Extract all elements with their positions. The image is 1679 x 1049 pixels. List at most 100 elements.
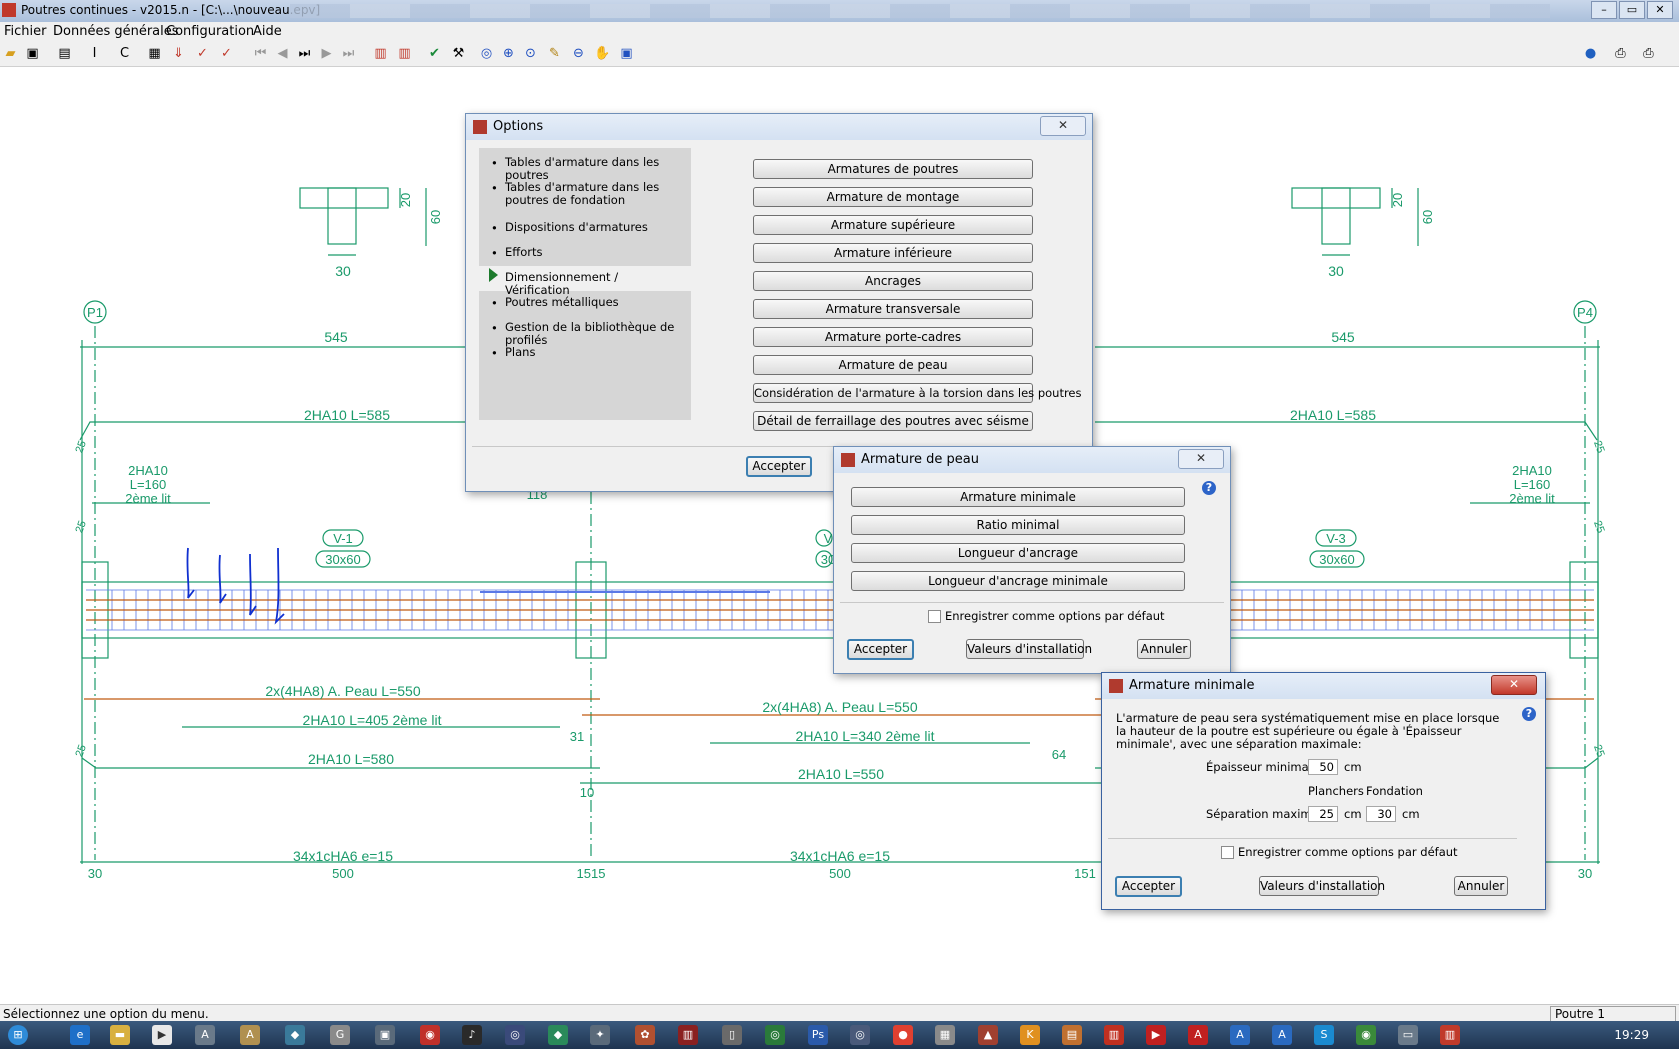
btn-armature-inferieure[interactable]: Armature inférieure <box>753 243 1033 263</box>
app-y-icon[interactable]: ◉ <box>1356 1025 1376 1045</box>
close-icon[interactable]: ✕ <box>1178 449 1224 469</box>
skin-bar-1[interactable]: 2x(4HA8) A. Peau L=550 <box>265 683 420 699</box>
btn-ratio-minimal[interactable]: Ratio minimal <box>851 515 1185 535</box>
pan-icon[interactable]: ✋ <box>594 45 611 62</box>
zoom-out-icon[interactable]: ⊖ <box>570 45 587 62</box>
minimale-dialog-titlebar[interactable]: Armature minimale ✕ <box>1102 673 1545 699</box>
app-n-icon[interactable]: ◎ <box>765 1025 785 1045</box>
app-q-icon[interactable]: ▦ <box>935 1025 955 1045</box>
grid2-icon[interactable]: ▥ <box>396 45 413 62</box>
acrobat-icon[interactable]: A <box>1188 1025 1208 1045</box>
minimale-install-values-button[interactable]: Valeurs d'installation <box>1259 876 1385 896</box>
save-default-checkbox[interactable] <box>928 610 941 623</box>
close-window-button[interactable]: ✕ <box>1647 1 1673 19</box>
btn-armature-superieure[interactable]: Armature supérieure <box>753 215 1033 235</box>
peau-accept-button[interactable]: Accepter <box>847 639 914 660</box>
app-d-icon[interactable]: G <box>330 1025 350 1045</box>
bottom-bar-405[interactable]: 2HA10 L=405 2ème lit <box>303 712 442 728</box>
app-w-icon[interactable]: A <box>1230 1025 1250 1045</box>
next-icon[interactable]: ▶ <box>318 45 335 62</box>
app-l-icon[interactable]: ▥ <box>678 1025 698 1045</box>
nav-item-tables-poutres[interactable]: • Tables d'armature dans les poutres <box>479 156 691 182</box>
pen-icon[interactable]: ✎ <box>546 45 563 62</box>
app-e-icon[interactable]: ▣ <box>375 1025 395 1045</box>
menu-aide[interactable]: Aide <box>253 24 282 39</box>
app-x-icon[interactable]: A <box>1272 1025 1292 1045</box>
beam-tag-v3[interactable]: V-3 <box>1326 531 1346 546</box>
nav-item-plans[interactable]: • Plans <box>479 346 691 362</box>
grid-icon[interactable]: ▥ <box>372 45 389 62</box>
app-h-icon[interactable]: ◎ <box>505 1025 525 1045</box>
poutres-continues-task-icon[interactable]: ▥ <box>1440 1025 1460 1045</box>
separation-planchers-input[interactable]: 25 <box>1308 806 1338 822</box>
app-c-icon[interactable]: ◆ <box>285 1025 305 1045</box>
open-icon[interactable]: ▰ <box>2 45 19 62</box>
app-p-icon[interactable]: ◎ <box>850 1025 870 1045</box>
menu-donnees-generales[interactable]: Données générales <box>53 24 179 39</box>
ie-icon[interactable]: e <box>70 1025 90 1045</box>
check-icon[interactable]: ✓ <box>194 45 211 62</box>
btn-armature-montage[interactable]: Armature de montage <box>753 187 1033 207</box>
btn-seisme[interactable]: Détail de ferraillage des poutres avec s… <box>753 411 1033 431</box>
menu-configuration[interactable]: Configuration <box>166 24 254 39</box>
app-i-icon[interactable]: ◆ <box>548 1025 568 1045</box>
nav-item-poutres-metalliques[interactable]: • Poutres métalliques <box>479 296 691 312</box>
app-u-icon[interactable]: ▥ <box>1104 1025 1124 1045</box>
app-b-icon[interactable]: A <box>240 1025 260 1045</box>
minimale-accept-button[interactable]: Accepter <box>1115 876 1182 897</box>
start-button-icon[interactable]: ⊞ <box>8 1025 28 1045</box>
save-default-checkbox[interactable] <box>1221 846 1234 859</box>
app-m-icon[interactable]: ▯ <box>722 1025 742 1045</box>
check2-icon[interactable]: ✓ <box>218 45 235 62</box>
peau-install-values-button[interactable]: Valeurs d'installation <box>966 639 1092 659</box>
app-s-icon[interactable]: K <box>1020 1025 1040 1045</box>
c-icon[interactable]: C <box>116 45 133 62</box>
app-t-icon[interactable]: ▤ <box>1062 1025 1082 1045</box>
globe-icon[interactable]: ● <box>1582 45 1599 62</box>
help-icon[interactable]: ? <box>1202 481 1216 495</box>
table-icon[interactable]: ▤ <box>56 45 73 62</box>
step-icon[interactable]: ⏭ <box>296 45 313 62</box>
top-bar-1[interactable]: 2HA10 L=585 <box>304 407 390 423</box>
close-icon[interactable]: ✕ <box>1040 116 1086 136</box>
bottom-bar-550[interactable]: 2HA10 L=550 <box>798 766 884 782</box>
btn-armature-minimale[interactable]: Armature minimale <box>851 487 1185 507</box>
btn-ancrages[interactable]: Ancrages <box>753 271 1033 291</box>
minimale-cancel-button[interactable]: Annuler <box>1454 876 1508 896</box>
peau-dialog-titlebar[interactable]: Armature de peau ✕ <box>834 447 1230 473</box>
zoom-window-icon[interactable]: ⊙ <box>522 45 539 62</box>
bottom-bar-580[interactable]: 2HA10 L=580 <box>308 751 394 767</box>
beam-tag-v2-partial[interactable]: V <box>824 531 833 546</box>
btn-longueur-ancrage[interactable]: Longueur d'ancrage <box>851 543 1185 563</box>
wand-icon[interactable]: ⚒ <box>450 45 467 62</box>
prev-icon[interactable]: ◀ <box>274 45 291 62</box>
btn-armature-transversale[interactable]: Armature transversale <box>753 299 1033 319</box>
app-f-icon[interactable]: ◉ <box>420 1025 440 1045</box>
app-z-icon[interactable]: ▭ <box>1398 1025 1418 1045</box>
beam-tag-v1[interactable]: V-1 <box>333 531 353 546</box>
btn-armature-porte-cadres[interactable]: Armature porte-cadres <box>753 327 1033 347</box>
nav-item-dimensionnement[interactable]: Dimensionnement / Vérification <box>479 266 691 297</box>
support-p1[interactable]: P1 <box>87 305 103 320</box>
app-g-icon[interactable]: ♪ <box>462 1025 482 1045</box>
bottom-bar-340[interactable]: 2HA10 L=340 2ème lit <box>796 728 935 744</box>
app-j-icon[interactable]: ✦ <box>590 1025 610 1045</box>
print-icon[interactable]: ⎙ <box>1612 45 1629 62</box>
refresh-icon[interactable]: ▣ <box>618 45 635 62</box>
zoom-icon[interactable]: ◎ <box>478 45 495 62</box>
app-v-icon[interactable]: ▶ <box>1146 1025 1166 1045</box>
app-r-icon[interactable]: ▲ <box>978 1025 998 1045</box>
maximize-button[interactable]: ▭ <box>1619 1 1645 19</box>
close-icon[interactable]: ✕ <box>1491 675 1537 695</box>
zoom-in-icon[interactable]: ⊕ <box>500 45 517 62</box>
last-icon[interactable]: ⏭ <box>340 45 357 62</box>
options-dialog-titlebar[interactable]: Options ✕ <box>466 114 1092 140</box>
skype-icon[interactable]: S <box>1314 1025 1334 1045</box>
save-icon[interactable]: ▣ <box>24 45 41 62</box>
nav-item-tables-fondation[interactable]: • Tables d'armature dans les poutres de f… <box>479 181 691 211</box>
top-bar-3[interactable]: 2HA10 L=585 <box>1290 407 1376 423</box>
explorer-icon[interactable]: ▬ <box>110 1025 130 1045</box>
properties-icon[interactable]: ▦ <box>146 45 163 62</box>
media-icon[interactable]: ▶ <box>152 1025 172 1045</box>
stirrups-span-1[interactable]: 34x1cHA6 e=15 <box>293 848 393 864</box>
